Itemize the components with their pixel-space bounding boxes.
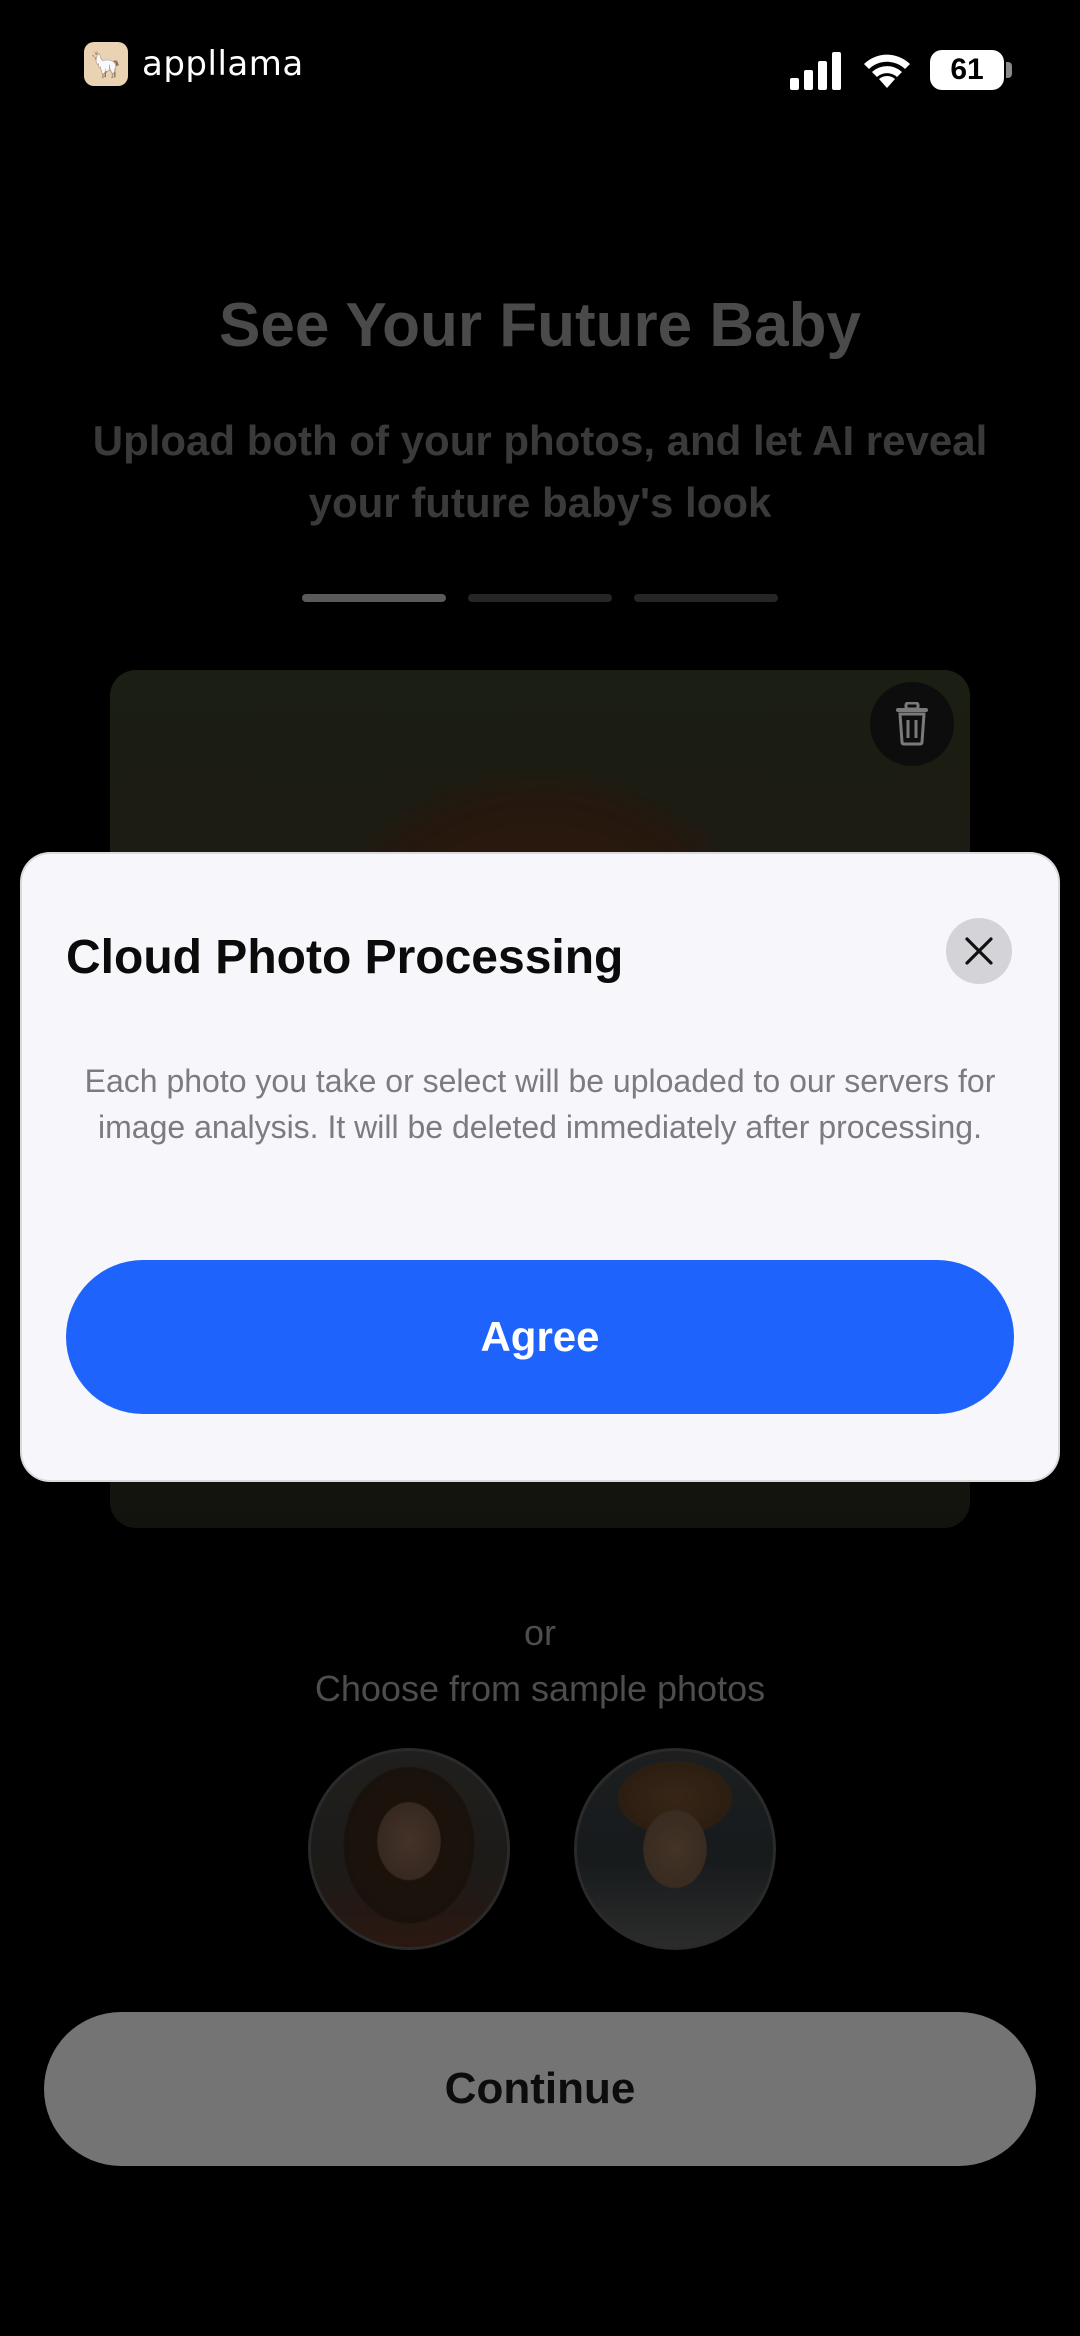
battery-level: 61: [950, 53, 984, 86]
delete-photo-button[interactable]: [870, 682, 954, 766]
close-button[interactable]: [946, 918, 1012, 984]
or-separator: or: [523, 1612, 556, 1653]
trash-icon: [896, 702, 928, 746]
progress-step-1: [302, 594, 446, 602]
dialog-title: Cloud Photo Processing: [66, 931, 624, 984]
continue-button[interactable]: Continue: [44, 2012, 1036, 2166]
page-subtitle: Upload both of your photos, and let AI r…: [92, 417, 988, 526]
agree-button[interactable]: Agree: [66, 1260, 1014, 1414]
status-bar: 🦙 appllama 61: [0, 0, 1080, 140]
page-title: See Your Future Baby: [219, 291, 861, 360]
battery-icon: 61: [930, 50, 1004, 90]
app-name: appllama: [142, 44, 304, 84]
wifi-icon: [864, 54, 910, 88]
sample-photo-man[interactable]: [574, 1748, 776, 1950]
battery-tip: [1006, 62, 1012, 78]
cloud-processing-dialog: Cloud Photo Processing Each photo you ta…: [22, 854, 1058, 1480]
dialog-body: Each photo you take or select will be up…: [84, 1063, 996, 1145]
progress-step-2: [468, 594, 612, 602]
signal-icon: [790, 52, 841, 90]
app-logo-icon: 🦙: [84, 42, 128, 86]
sample-photos-label: Choose from sample photos: [314, 1668, 766, 1709]
close-icon: [965, 937, 993, 965]
progress-step-3: [634, 594, 778, 602]
sample-photo-woman[interactable]: [308, 1748, 510, 1950]
